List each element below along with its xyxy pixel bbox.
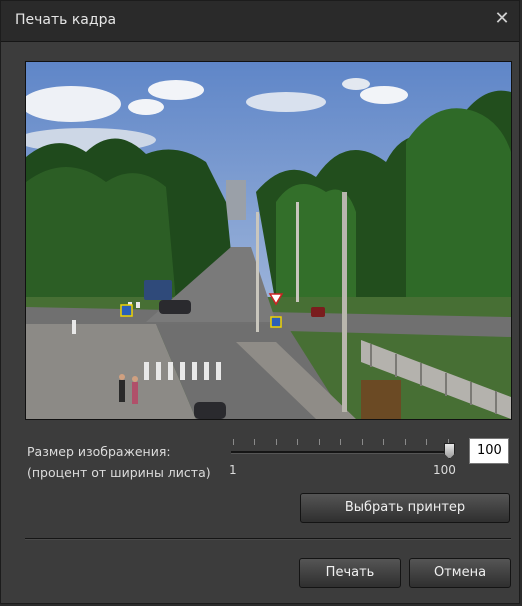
frame-preview bbox=[25, 61, 512, 420]
divider bbox=[25, 538, 511, 540]
slider-tick bbox=[319, 439, 320, 445]
image-size-label-line2: (процент от ширины листа) bbox=[27, 465, 211, 480]
print-frame-dialog: Печать кадра ✕ Размер изображения: (проц… bbox=[0, 0, 520, 604]
slider-tick bbox=[254, 439, 255, 445]
dialog-title: Печать кадра bbox=[15, 12, 117, 28]
image-size-slider[interactable]: 1 100 bbox=[229, 435, 461, 477]
slider-tick bbox=[276, 439, 277, 445]
print-button[interactable]: Печать bbox=[299, 558, 401, 588]
frame-preview-image bbox=[26, 62, 511, 419]
title-bar[interactable]: Печать кадра ✕ bbox=[1, 1, 519, 42]
slider-min-label: 1 bbox=[229, 463, 237, 477]
slider-track[interactable] bbox=[231, 451, 449, 454]
close-icon[interactable]: ✕ bbox=[491, 8, 513, 30]
slider-tick bbox=[426, 439, 427, 445]
slider-tick bbox=[362, 439, 363, 445]
slider-tick bbox=[297, 439, 298, 445]
cancel-button[interactable]: Отмена bbox=[409, 558, 511, 588]
select-printer-button[interactable]: Выбрать принтер bbox=[300, 493, 510, 523]
slider-ticks bbox=[233, 439, 449, 447]
slider-tick bbox=[340, 439, 341, 445]
slider-tick bbox=[405, 439, 406, 445]
slider-tick bbox=[233, 439, 234, 445]
slider-tick bbox=[383, 439, 384, 445]
slider-max-label: 100 bbox=[433, 463, 456, 477]
slider-thumb[interactable] bbox=[444, 443, 455, 459]
image-size-input[interactable]: 100 bbox=[469, 438, 509, 464]
image-size-label-line1: Размер изображения: bbox=[27, 444, 171, 459]
image-size-label: Размер изображения: (процент от ширины л… bbox=[27, 441, 211, 483]
